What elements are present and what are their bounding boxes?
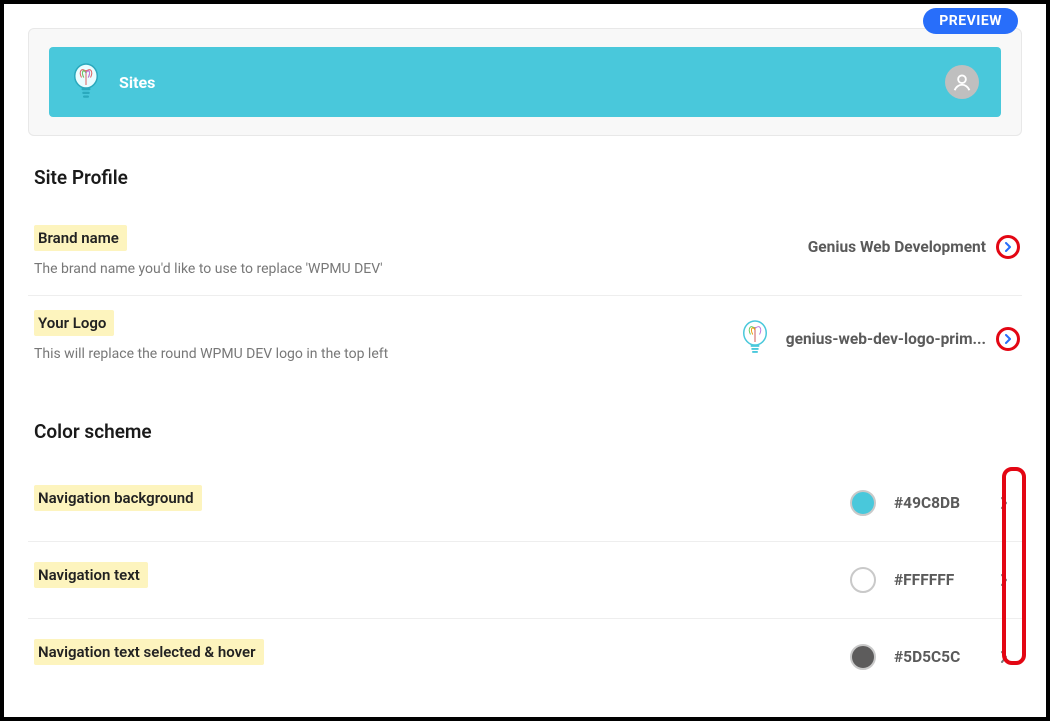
label-nav-text: Navigation text	[34, 562, 148, 588]
label-your-logo: Your Logo	[34, 310, 114, 336]
row-your-logo[interactable]: Your Logo This will replace the round WP…	[28, 296, 1022, 380]
preview-navbar-container: Sites	[28, 28, 1022, 136]
desc-your-logo: This will replace the round WPMU DEV log…	[34, 346, 388, 362]
color-swatch-icon	[850, 644, 876, 670]
preview-badge: PREVIEW	[923, 8, 1018, 34]
chevron-right-icon[interactable]	[996, 495, 1012, 511]
row-nav-text[interactable]: Navigation text #FFFFFF	[28, 542, 1024, 619]
navbar-preview: Sites	[49, 47, 1001, 117]
label-nav-background: Navigation background	[34, 485, 202, 511]
logo-thumbnail-icon	[740, 320, 770, 358]
chevron-right-icon[interactable]	[996, 572, 1012, 588]
label-brand-name: Brand name	[34, 225, 127, 251]
color-swatch-icon	[850, 567, 876, 593]
value-brand-name: Genius Web Development	[808, 238, 986, 256]
value-nav-background: #49C8DB	[894, 494, 978, 512]
navbar-title: Sites	[119, 73, 155, 92]
brand-logo-icon	[71, 61, 101, 103]
chevron-right-icon[interactable]	[996, 327, 1020, 351]
row-brand-name[interactable]: Brand name The brand name you'd like to …	[28, 211, 1022, 296]
color-swatch-icon	[850, 490, 876, 516]
label-nav-text-hover: Navigation text selected & hover	[34, 639, 264, 665]
value-nav-text-hover: #5D5C5C	[894, 648, 978, 666]
row-nav-text-hover[interactable]: Navigation text selected & hover #5D5C5C	[28, 619, 1024, 695]
value-nav-text: #FFFFFF	[894, 571, 978, 589]
user-avatar-icon[interactable]	[945, 65, 979, 99]
chevron-right-icon[interactable]	[996, 235, 1020, 259]
value-your-logo: genius-web-dev-logo-prim...	[786, 330, 986, 348]
chevron-right-icon[interactable]	[996, 649, 1012, 665]
section-title-site-profile: Site Profile	[34, 166, 1022, 189]
desc-brand-name: The brand name you'd like to use to repl…	[34, 261, 383, 277]
section-title-color-scheme: Color scheme	[34, 420, 1022, 443]
row-nav-background[interactable]: Navigation background #49C8DB	[28, 465, 1024, 542]
